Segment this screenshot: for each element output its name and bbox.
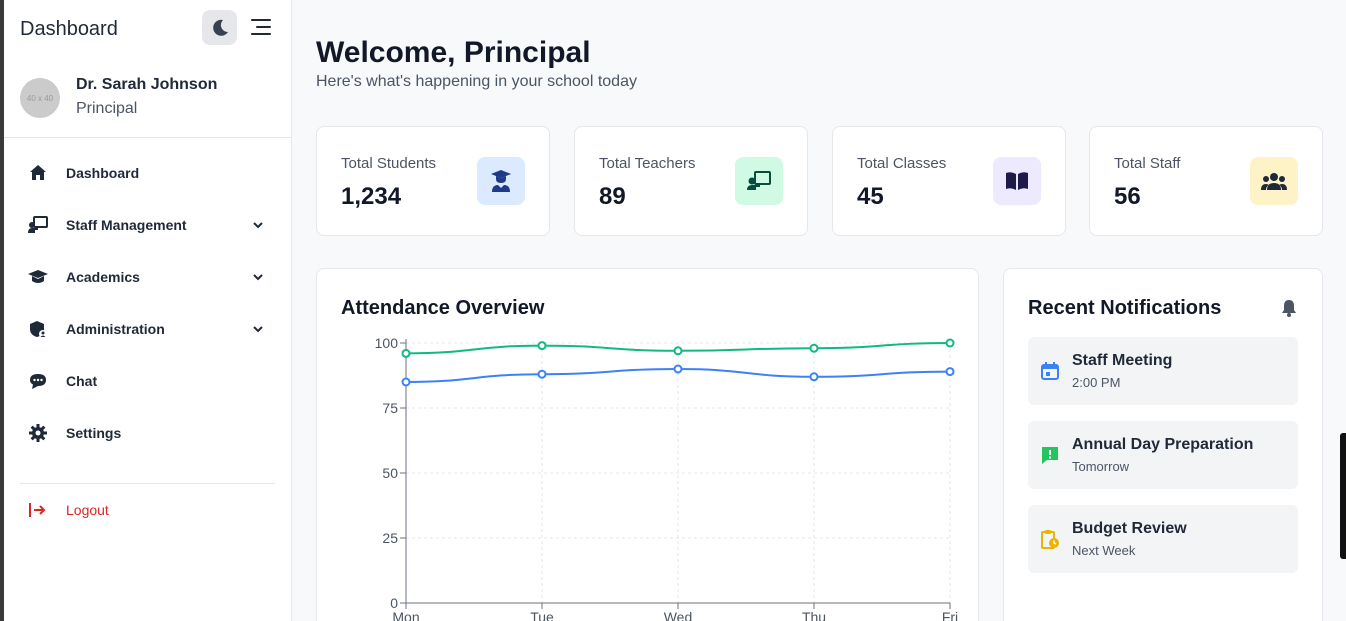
notification-item[interactable]: Staff Meeting 2:00 PM: [1028, 337, 1298, 405]
sidebar-item-label: Staff Management: [66, 217, 187, 233]
y-tick-label: 100: [375, 335, 399, 351]
sidebar-title: Dashboard: [20, 17, 118, 40]
chevron-down-icon: [253, 326, 263, 333]
menu-toggle-button[interactable]: [250, 16, 272, 38]
stat-label: Total Students: [341, 155, 437, 172]
stat-value: 45: [857, 183, 884, 210]
sidebar-item-chat[interactable]: Chat: [4, 355, 291, 407]
shield-user-icon: [28, 319, 48, 339]
sidebar-item-dashboard[interactable]: Dashboard: [4, 147, 291, 199]
stat-card-students: Total Students 1,234: [316, 126, 550, 236]
alert-message-icon: [1042, 447, 1058, 464]
notifications-title: Recent Notifications: [1028, 297, 1222, 319]
y-tick-label: 50: [382, 465, 398, 481]
sidebar-item-label: Settings: [66, 425, 122, 441]
stat-value: 1,234: [341, 183, 402, 210]
book-icon: [993, 157, 1041, 205]
theme-toggle-button[interactable]: [202, 10, 237, 45]
page-title: Welcome, Principal: [316, 36, 591, 69]
user-graduate-icon: [477, 157, 525, 205]
stat-value: 89: [599, 183, 626, 210]
sidebar-nav: Dashboard Staff Management Academics Adm…: [4, 138, 291, 459]
side-widget-tab[interactable]: [1340, 433, 1346, 559]
notification-title: Budget Review: [1072, 520, 1187, 537]
user-profile: 40 x 40 Dr. Sarah Johnson Principal: [4, 58, 291, 138]
logout-icon: [28, 500, 48, 520]
sidebar-item-academics[interactable]: Academics: [4, 251, 291, 303]
notification-item[interactable]: Budget Review Next Week: [1028, 505, 1298, 573]
sidebar-header: Dashboard: [4, 0, 291, 58]
stat-value: 56: [1114, 183, 1141, 210]
stat-card-staff: Total Staff 56: [1089, 126, 1323, 236]
x-tick-label: Thu: [802, 609, 826, 621]
attendance-chart: 0255075100Mon Tue Wed Thu Fri: [375, 335, 959, 621]
sidebar-item-label: Chat: [66, 373, 98, 389]
x-tick-label: Tue: [530, 609, 554, 621]
stat-label: Total Staff: [1114, 155, 1181, 172]
graduation-cap-icon: [28, 267, 48, 287]
stat-label: Total Teachers: [599, 155, 696, 172]
chalkboard-teacher-icon: [28, 215, 48, 235]
notification-time: Tomorrow: [1072, 459, 1130, 474]
logout-label: Logout: [66, 502, 109, 518]
notifications-card: Recent Notifications Staff Meeting 2:00 …: [1003, 268, 1323, 621]
home-icon: [28, 163, 48, 183]
sidebar-item-administration[interactable]: Administration: [4, 303, 291, 355]
notification-title: Staff Meeting: [1072, 352, 1173, 369]
data-point: [401, 348, 411, 358]
notification-item[interactable]: Annual Day Preparation Tomorrow: [1028, 421, 1298, 489]
data-point: [673, 346, 683, 356]
bell-icon[interactable]: [1280, 299, 1298, 317]
y-tick-label: 75: [382, 400, 398, 416]
data-point: [945, 367, 955, 377]
data-point: [673, 364, 683, 374]
x-tick-label: Fri: [942, 609, 958, 621]
notification-time: Next Week: [1072, 543, 1136, 558]
stat-label: Total Classes: [857, 155, 947, 172]
gear-icon: [28, 423, 48, 443]
stat-card-teachers: Total Teachers 89: [574, 126, 808, 236]
y-tick-label: 25: [382, 530, 398, 546]
avatar: 40 x 40: [20, 78, 60, 118]
data-point: [945, 338, 955, 348]
sidebar-item-label: Academics: [66, 269, 140, 285]
notification-time: 2:00 PM: [1072, 375, 1121, 390]
x-tick-label: Wed: [664, 609, 693, 621]
data-point: [537, 341, 547, 351]
x-tick-label: Mon: [392, 609, 419, 621]
notification-title: Annual Day Preparation: [1072, 436, 1254, 453]
moon-icon: [212, 19, 228, 36]
sidebar-item-staff-management[interactable]: Staff Management: [4, 199, 291, 251]
chat-icon: [28, 371, 48, 391]
chevron-down-icon: [253, 222, 263, 229]
user-role: Principal: [76, 100, 138, 117]
stat-card-classes: Total Classes 45: [832, 126, 1066, 236]
sidebar-item-label: Administration: [66, 321, 165, 337]
logout-button[interactable]: Logout: [4, 484, 291, 536]
data-point: [809, 343, 819, 353]
sidebar-item-label: Dashboard: [66, 165, 140, 181]
attendance-card: Attendance Overview 0 25 50 75 100 Mon Tue Wed T…: [316, 268, 979, 621]
sidebar-item-settings[interactable]: Settings: [4, 407, 291, 459]
users-icon: [1250, 157, 1298, 205]
data-point: [809, 372, 819, 382]
user-name: Dr. Sarah Johnson: [76, 76, 218, 93]
menu-icon: [251, 19, 271, 35]
calendar-icon: [1041, 362, 1059, 380]
clipboard-clock-icon: [1041, 530, 1059, 549]
page-subtitle: Here's what's happening in your school t…: [316, 73, 637, 90]
chalkboard-teacher-icon: [735, 157, 783, 205]
sidebar: Dashboard 40 x 40 Dr. Sarah Johnson Prin…: [4, 0, 292, 621]
chevron-down-icon: [253, 274, 263, 281]
data-point: [401, 377, 411, 387]
data-point: [537, 369, 547, 379]
